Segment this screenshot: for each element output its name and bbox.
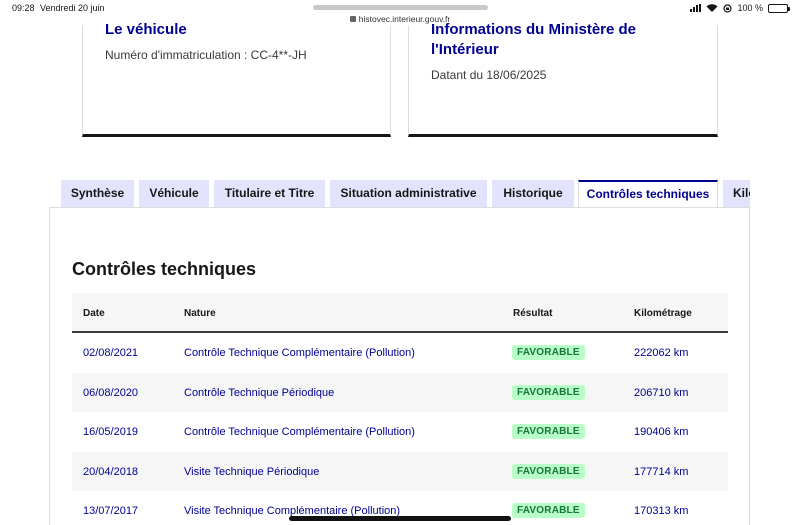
table-row: 02/08/2021 Contrôle Technique Complément… [72,333,728,373]
row-date: 20/04/2018 [83,465,139,478]
ministry-card-title: Informations du Ministère de l'Intérieur [431,21,637,58]
row-nature: Contrôle Technique Complémentaire (Pollu… [184,426,415,438]
row-km: 177714 km [634,465,689,478]
result-badge: FAVORABLE [512,424,585,439]
battery-icon [768,3,790,13]
date: Vendredi 20 juin [40,3,105,13]
tab-controles-techniques[interactable]: Contrôles techniques [578,180,718,207]
row-nature: Contrôle Technique Complémentaire (Pollu… [184,347,415,359]
table-row: 20/04/2018 Visite Technique Périodique F… [72,451,728,491]
result-cell: FAVORABLE [512,345,585,360]
tab-kilometrage[interactable]: Kilo [723,180,750,207]
row-date: 13/07/2017 [83,505,139,517]
tab-situation-administrative[interactable]: Situation administrative [330,180,487,207]
battery-percent: 100 % [737,3,763,13]
row-date: 06/08/2020 [83,386,139,399]
plate-number: Numéro d'immatriculation : CC-4**-JH [105,48,307,62]
result-badge: FAVORABLE [512,463,585,479]
table-row: 16/05/2019 Contrôle Technique Complément… [72,412,728,452]
result-cell: FAVORABLE [512,503,585,518]
vehicle-card-title: Le véhicule [105,21,187,38]
data-date: Datant du 18/06/2025 [431,68,547,82]
multitasking-grabber[interactable] [313,5,488,10]
home-indicator[interactable] [289,516,511,521]
row-nature: Visite Technique Périodique [184,465,320,478]
orientation-lock-icon [723,3,733,13]
header-nature: Nature [184,308,216,319]
clock: 09:28 [12,3,35,13]
table-header: Date Nature Résultat Kilométrage [72,293,728,333]
header-km: Kilométrage [634,308,692,319]
row-km: 170313 km [634,505,689,517]
section-title: Contrôles techniques [72,259,257,279]
header-result: Résultat [513,308,553,319]
row-date: 16/05/2019 [83,426,139,438]
tab-synthese[interactable]: Synthèse [61,180,134,207]
row-nature: Contrôle Technique Périodique [184,386,335,399]
row-date: 02/08/2021 [83,347,139,359]
ministry-card: Informations du Ministère de l'Intérieur… [408,21,718,137]
result-badge: FAVORABLE [512,345,585,360]
tab-titulaire[interactable]: Titulaire et Titre [214,180,325,207]
result-cell: FAVORABLE [512,384,585,400]
lock-icon [349,15,356,22]
result-badge: FAVORABLE [512,384,585,400]
vehicle-card: Le véhicule Numéro d'immatriculation : C… [82,21,391,137]
table-row: 06/08/2020 Contrôle Technique Périodique… [72,372,728,412]
tab-historique[interactable]: Historique [492,180,574,207]
controls-table: Date Nature Résultat Kilométrage 02/08/2… [72,293,728,525]
tab-vehicule[interactable]: Véhicule [139,180,209,207]
row-km: 222062 km [634,347,689,359]
header-date: Date [83,308,105,319]
result-badge: FAVORABLE [512,503,585,518]
row-km: 190406 km [634,426,689,438]
wifi-icon [706,4,718,12]
result-cell: FAVORABLE [512,424,585,439]
result-cell: FAVORABLE [512,463,585,479]
row-km: 206710 km [634,386,689,399]
signal-icon [690,4,702,12]
status-indicators: 100 % [690,3,790,13]
tab-bar: Synthèse Véhicule Titulaire et Titre Sit… [61,180,750,207]
